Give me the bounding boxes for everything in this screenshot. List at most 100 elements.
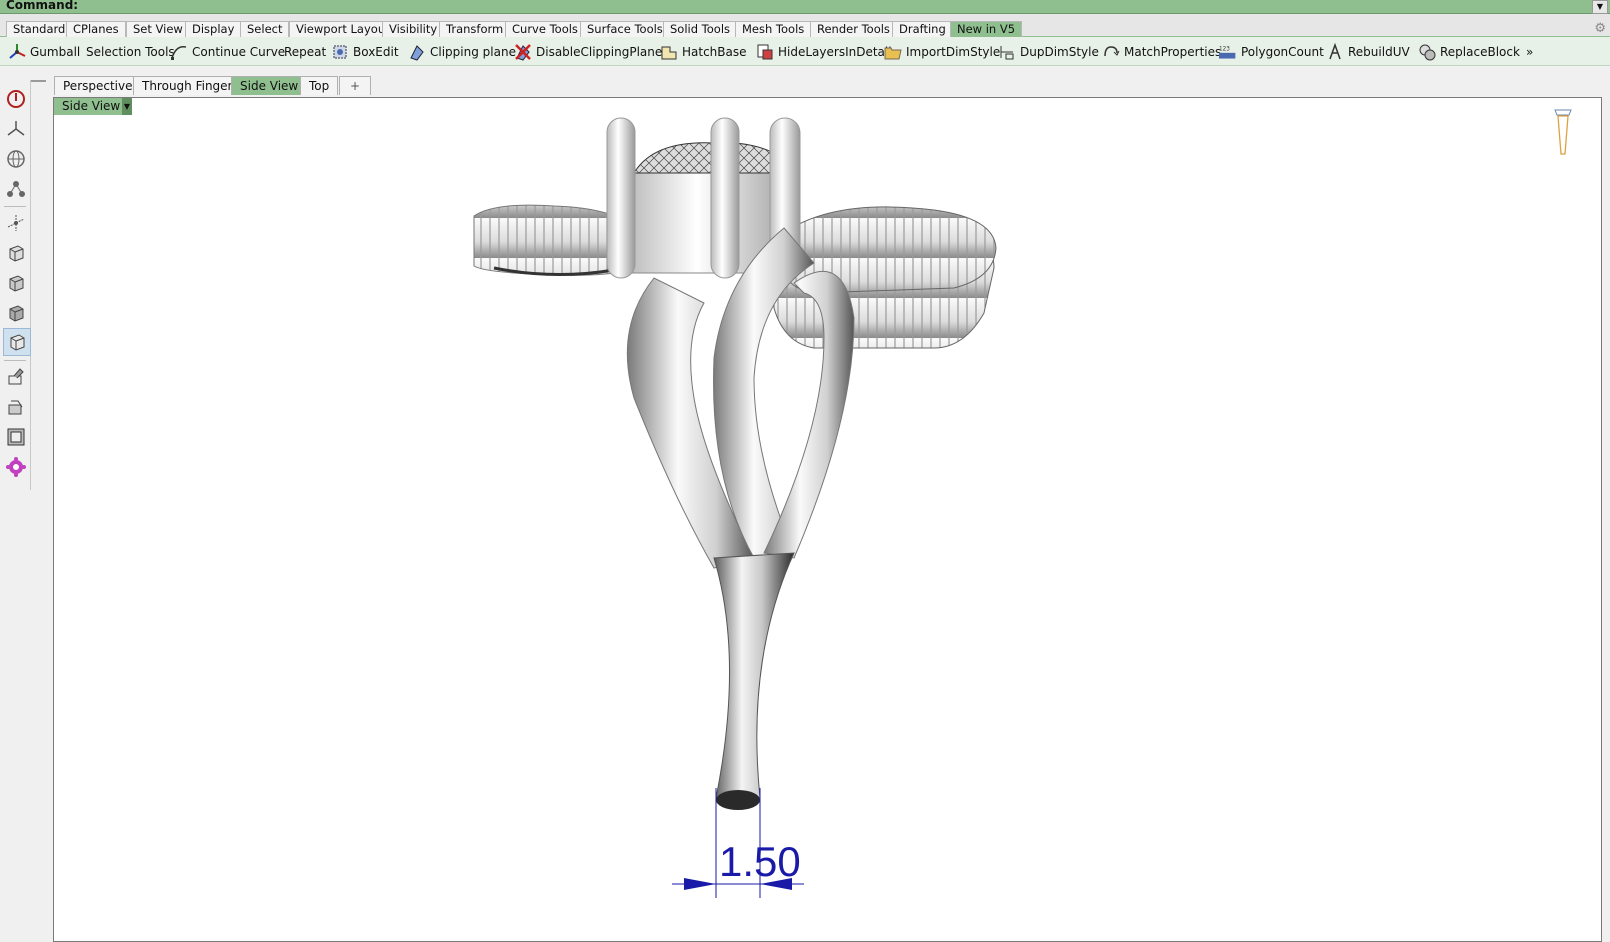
material-button[interactable] [3, 364, 29, 390]
osnap-toggle-button[interactable] [3, 86, 29, 112]
selection-tools-button[interactable]: Selection Tools [86, 41, 175, 63]
tab-cplanes[interactable]: CPlanes [66, 21, 126, 37]
power-icon [7, 90, 25, 108]
cube-icon [10, 334, 25, 351]
paint-icon [8, 368, 24, 385]
polygon-icon-text: 123 [1219, 46, 1230, 52]
viewport-tab-perspective[interactable]: Perspective [54, 76, 142, 95]
continue-curve-button[interactable]: Continue Curve [170, 41, 285, 63]
rendered-view-button[interactable] [3, 300, 29, 326]
polygon-count-button[interactable]: 123 PolygonCount [1219, 41, 1324, 63]
hatch-icon [660, 43, 678, 61]
replace-block-button[interactable]: ReplaceBlock [1418, 41, 1520, 63]
disable-clipping-label: DisableClippingPlane [536, 45, 663, 59]
tab-surface-tools[interactable]: Surface Tools [580, 21, 670, 37]
gumball-label: Gumball [30, 45, 81, 59]
cube-icon [9, 305, 24, 322]
overflow-chevron-icon: » [1526, 45, 1534, 59]
viewport-tab-side-view[interactable]: Side View [231, 76, 308, 95]
disable-clipping-icon [514, 43, 532, 61]
shank [713, 552, 795, 799]
frame-icon [7, 428, 25, 446]
boxedit-label: BoxEdit [353, 45, 399, 59]
gumball-button[interactable]: Gumball [8, 41, 80, 63]
tab-curve-tools[interactable]: Curve Tools [505, 21, 585, 37]
tab-visibility[interactable]: Visibility [382, 21, 445, 37]
tab-new-in-v5[interactable]: New in V5 [950, 21, 1023, 37]
repeat-label: Repeat [284, 45, 327, 59]
render-frame-button[interactable] [3, 424, 29, 450]
viewport-menu-dropdown-icon[interactable]: ▼ [122, 98, 132, 115]
tab-solid-tools[interactable]: Solid Tools [663, 21, 738, 37]
tab-set-view[interactable]: Set View [126, 21, 190, 37]
tab-select[interactable]: Select [240, 21, 290, 37]
command-label: Command: [6, 0, 79, 12]
prong-left [606, 117, 636, 279]
selection-tools-label: Selection Tools [86, 45, 175, 59]
axes-icon [7, 121, 25, 136]
side-view-viewport[interactable]: 1.50 Side View ▼ [53, 97, 1602, 942]
rebuild-uv-icon [1326, 42, 1344, 61]
gumball-toggle-button[interactable] [3, 176, 29, 202]
polygon-count-label: PolygonCount [1241, 45, 1324, 59]
viewport-title[interactable]: Side View [54, 98, 129, 115]
boxedit-icon [331, 43, 349, 61]
ghosted-view-button[interactable] [3, 328, 31, 356]
view-orientation-icon [1554, 109, 1572, 155]
command-history-dropdown-icon[interactable]: ▼ [1592, 0, 1608, 14]
continue-curve-label: Continue Curve [192, 45, 286, 59]
left-toolbar [0, 80, 31, 490]
toolbar-overflow-button[interactable]: » [1526, 41, 1533, 63]
toolbar-tab-row: Standard CPlanes Set View Display Select… [0, 14, 1610, 37]
clipping-plane-button[interactable]: Clipping plane [408, 41, 516, 63]
settings-gear-icon [6, 457, 26, 477]
rotate-view-button[interactable] [3, 116, 29, 142]
disable-clipping-plane-button[interactable]: DisableClippingPlane [514, 41, 662, 63]
tab-mesh-tools[interactable]: Mesh Tools [735, 21, 812, 37]
hatchbase-button[interactable]: HatchBase [660, 41, 747, 63]
tab-drafting[interactable]: Drafting [892, 21, 953, 37]
separator [4, 206, 26, 207]
shaded-view-button[interactable] [3, 270, 29, 296]
nodes-icon [7, 181, 25, 197]
viewport-tab-through-finger[interactable]: Through Finger [133, 76, 242, 95]
tab-standard[interactable]: Standard [6, 21, 73, 37]
folder-icon [884, 43, 902, 61]
tab-viewport-layout[interactable]: Viewport Layout [289, 21, 397, 37]
cplane-axes-icon [7, 215, 25, 231]
viewport-tab-top[interactable]: Top [300, 76, 339, 95]
prong-center [710, 117, 740, 279]
clipping-plane-label: Clipping plane [430, 45, 516, 59]
repeat-button[interactable]: Repeat [284, 41, 326, 63]
dup-dim-style-button[interactable]: DupDimStyle [998, 41, 1099, 63]
tab-display[interactable]: Display [185, 21, 242, 37]
hide-layers-in-detail-button[interactable]: HideLayersInDetail [756, 41, 892, 63]
gumball-icon [8, 43, 26, 61]
boxedit-button[interactable]: BoxEdit [331, 41, 399, 63]
texture-button[interactable] [3, 394, 29, 420]
add-viewport-tab-button[interactable]: + [339, 76, 371, 95]
command-bar[interactable]: Command: ▼ [0, 0, 1610, 14]
main-toolbar: Gumball Selection Tools Continue Curve R… [0, 37, 1610, 66]
gear-icon[interactable]: ⚙ [1594, 21, 1606, 36]
match-properties-button[interactable]: MatchProperties [1102, 41, 1221, 63]
import-dim-style-button[interactable]: ImportDimStyle [884, 41, 1000, 63]
hatchbase-label: HatchBase [682, 45, 747, 59]
dup-dim-label: DupDimStyle [1020, 45, 1099, 59]
options-button[interactable] [3, 454, 29, 480]
tab-render-tools[interactable]: Render Tools [810, 21, 897, 37]
cplane-button[interactable] [3, 210, 29, 236]
match-properties-icon [1102, 43, 1120, 61]
shank-end [716, 790, 760, 810]
clipping-plane-icon [408, 43, 426, 61]
globe-view-button[interactable] [3, 146, 29, 172]
polygon-count-icon: 123 [1219, 43, 1237, 61]
rebuild-uv-label: RebuildUV [1348, 45, 1410, 59]
tab-transform[interactable]: Transform [439, 21, 511, 37]
rebuild-uv-button[interactable]: RebuildUV [1326, 41, 1410, 63]
wireframe-view-button[interactable] [3, 240, 29, 266]
replace-block-label: ReplaceBlock [1440, 45, 1520, 59]
dimension-value: 1.50 [719, 838, 801, 885]
layers-icon [756, 43, 774, 61]
replace-block-icon [1418, 43, 1436, 61]
